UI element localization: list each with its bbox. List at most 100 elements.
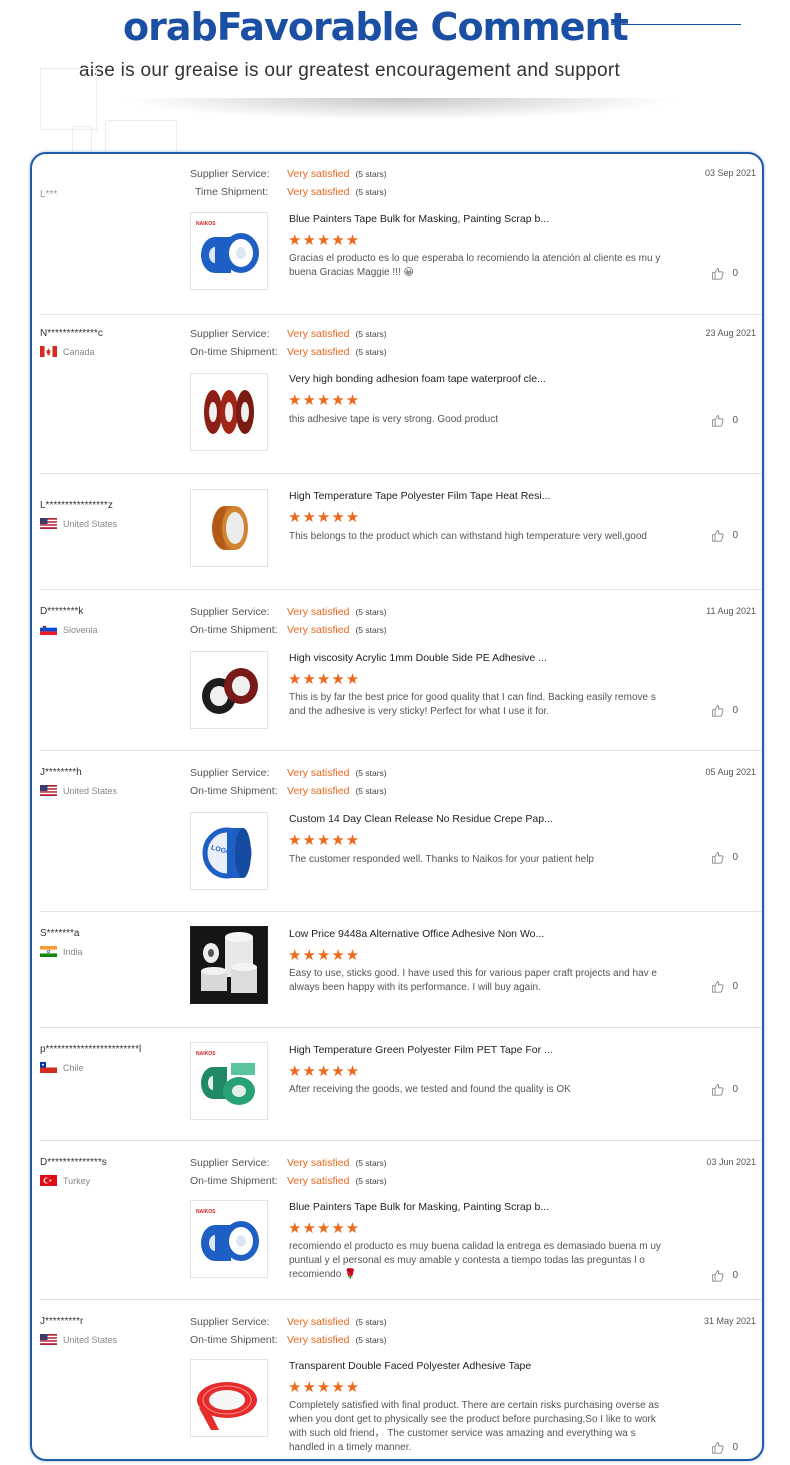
product-thumbnail[interactable]	[190, 1359, 268, 1437]
like-count: 0	[732, 268, 738, 279]
reviewer-name: J********h	[40, 767, 82, 778]
usa-flag-icon	[40, 518, 57, 529]
background-deco-box	[40, 68, 97, 130]
shipment-rating: On-time Shipment: Very satisfied (5 stars)	[190, 1334, 387, 1346]
like-button[interactable]: 0	[711, 704, 738, 717]
logo-blue-tape-image: LOGO	[202, 827, 252, 879]
product-title[interactable]: Low Price 9448a Alternative Office Adhes…	[289, 928, 544, 940]
country-name: Turkey	[63, 1175, 91, 1186]
svg-text:NAIKOS: NAIKOS	[196, 221, 216, 227]
review-text: Gracias el producto es lo que esperaba l…	[289, 253, 661, 278]
review-item: N*************c Canada Supplier Service:…	[32, 314, 762, 474]
review-date: 11 Aug 2021	[706, 606, 756, 616]
reviewer-name: J*********r	[40, 1316, 84, 1327]
shipment-stars: (5 stars)	[355, 187, 387, 197]
like-count: 0	[732, 1442, 738, 1453]
review-stars: ★★★★★	[288, 509, 361, 526]
thumbs-up-icon	[712, 705, 724, 717]
product-thumbnail[interactable]: NAIKOS	[190, 212, 268, 290]
product-title[interactable]: Blue Painters Tape Bulk for Masking, Pai…	[289, 1201, 549, 1213]
thumbs-up-icon	[712, 1270, 724, 1282]
like-button[interactable]: 0	[711, 851, 738, 864]
page-title: orabFavorable Comment	[123, 5, 629, 49]
product-thumbnail[interactable]	[190, 373, 268, 451]
reviewer-country: Turkey	[40, 1175, 90, 1186]
supplier-service-rating: Supplier Service: Very satisfied (5 stars)	[190, 1316, 387, 1328]
divider	[40, 1140, 762, 1141]
review-item: L****************z United States High Te…	[32, 473, 762, 589]
usa-flag-icon	[40, 785, 57, 796]
product-thumbnail[interactable]: LOGO	[190, 812, 268, 890]
reviewer-name: D********k	[40, 606, 84, 617]
review-stars: ★★★★★	[288, 832, 361, 849]
review-text: Completely satisfied with final product.…	[289, 1400, 659, 1453]
review-date: 03 Sep 2021	[704, 168, 756, 178]
product-title[interactable]: High Temperature Green Polyester Film PE…	[289, 1044, 553, 1056]
review-date: 03 Jun 2021	[706, 1157, 756, 1167]
supplier-service-stars: (5 stars)	[355, 329, 387, 339]
thumbs-up-icon	[712, 981, 724, 993]
shipment-rating: On-time Shipment: Very satisfied (5 stars)	[190, 1175, 387, 1187]
supplier-service-value: Very satisfied	[287, 328, 350, 340]
shipment-label: On-time Shipment:	[190, 785, 278, 797]
like-button[interactable]: 0	[711, 414, 738, 427]
supplier-service-stars: (5 stars)	[355, 607, 387, 617]
shipment-stars: (5 stars)	[355, 786, 387, 796]
review-text: recomiendo el producto es muy buena cali…	[289, 1241, 661, 1280]
product-title[interactable]: Very high bonding adhesion foam tape wat…	[289, 373, 546, 385]
like-count: 0	[732, 1270, 738, 1281]
like-button[interactable]: 0	[711, 980, 738, 993]
supplier-service-stars: (5 stars)	[355, 1158, 387, 1168]
reviewer-country: India	[40, 946, 83, 957]
like-count: 0	[732, 1084, 738, 1095]
thumbs-up-icon	[712, 1084, 724, 1096]
thumbs-up-icon	[712, 1442, 724, 1454]
shipment-value: Very satisfied	[287, 1175, 350, 1187]
divider	[40, 473, 762, 474]
product-title[interactable]: Custom 14 Day Clean Release No Residue C…	[289, 813, 553, 825]
svg-text:NAIKOS: NAIKOS	[196, 1209, 216, 1215]
like-button[interactable]: 0	[711, 1083, 738, 1096]
title-rule	[611, 24, 741, 25]
thumbs-up-icon	[712, 268, 724, 280]
review-stars: ★★★★★	[288, 392, 361, 409]
product-thumbnail[interactable]: NAIKOS	[190, 1042, 268, 1120]
thumbs-up-icon	[712, 530, 724, 542]
like-button[interactable]: 0	[711, 1441, 738, 1454]
review-stars: ★★★★★	[288, 232, 361, 249]
country-name: Chile	[63, 1062, 84, 1073]
divider	[40, 589, 762, 590]
product-thumbnail[interactable]	[190, 926, 268, 1004]
product-thumbnail[interactable]: NAIKOS	[190, 1200, 268, 1278]
supplier-service-rating: Supplier Service: Very satisfied (5 stars)	[190, 328, 387, 340]
usa-flag-icon	[40, 1334, 57, 1345]
shipment-value: Very satisfied	[287, 186, 350, 198]
product-thumbnail[interactable]	[190, 489, 268, 567]
review-text: Easy to use, sticks good. I have used th…	[289, 968, 657, 993]
page-subtitle: aise is our greaise is our greatest enco…	[79, 60, 621, 81]
reviewer-name: S*******a	[40, 928, 80, 939]
white-rolls-image	[191, 927, 267, 1003]
product-title[interactable]: High viscosity Acrylic 1mm Double Side P…	[289, 652, 547, 664]
thumbs-up-icon	[712, 415, 724, 427]
product-title[interactable]: Blue Painters Tape Bulk for Masking, Pai…	[289, 213, 549, 225]
supplier-service-value: Very satisfied	[287, 606, 350, 618]
reviewer-country: United States	[40, 1334, 117, 1345]
review-date: 05 Aug 2021	[705, 767, 756, 777]
supplier-service-rating: Supplier Service: Very satisfied (5 stars)	[190, 1157, 387, 1169]
product-title[interactable]: Transparent Double Faced Polyester Adhes…	[289, 1360, 531, 1372]
shipment-value: Very satisfied	[287, 346, 350, 358]
reviewer-country: Canada	[40, 346, 95, 357]
supplier-service-value: Very satisfied	[287, 1316, 350, 1328]
like-button[interactable]: 0	[711, 529, 738, 542]
supplier-service-label: Supplier Service:	[190, 168, 270, 180]
like-button[interactable]: 0	[711, 267, 738, 280]
shipment-value: Very satisfied	[287, 1334, 350, 1346]
shipment-rating: On-time Shipment: Very satisfied (5 stars)	[190, 346, 387, 358]
reviewer-country: United States	[40, 785, 117, 796]
like-button[interactable]: 0	[711, 1269, 738, 1282]
shipment-rating: On-time Shipment: Very satisfied (5 stars)	[190, 624, 387, 636]
product-title[interactable]: High Temperature Tape Polyester Film Tap…	[289, 490, 550, 502]
like-count: 0	[732, 981, 738, 992]
product-thumbnail[interactable]	[190, 651, 268, 729]
